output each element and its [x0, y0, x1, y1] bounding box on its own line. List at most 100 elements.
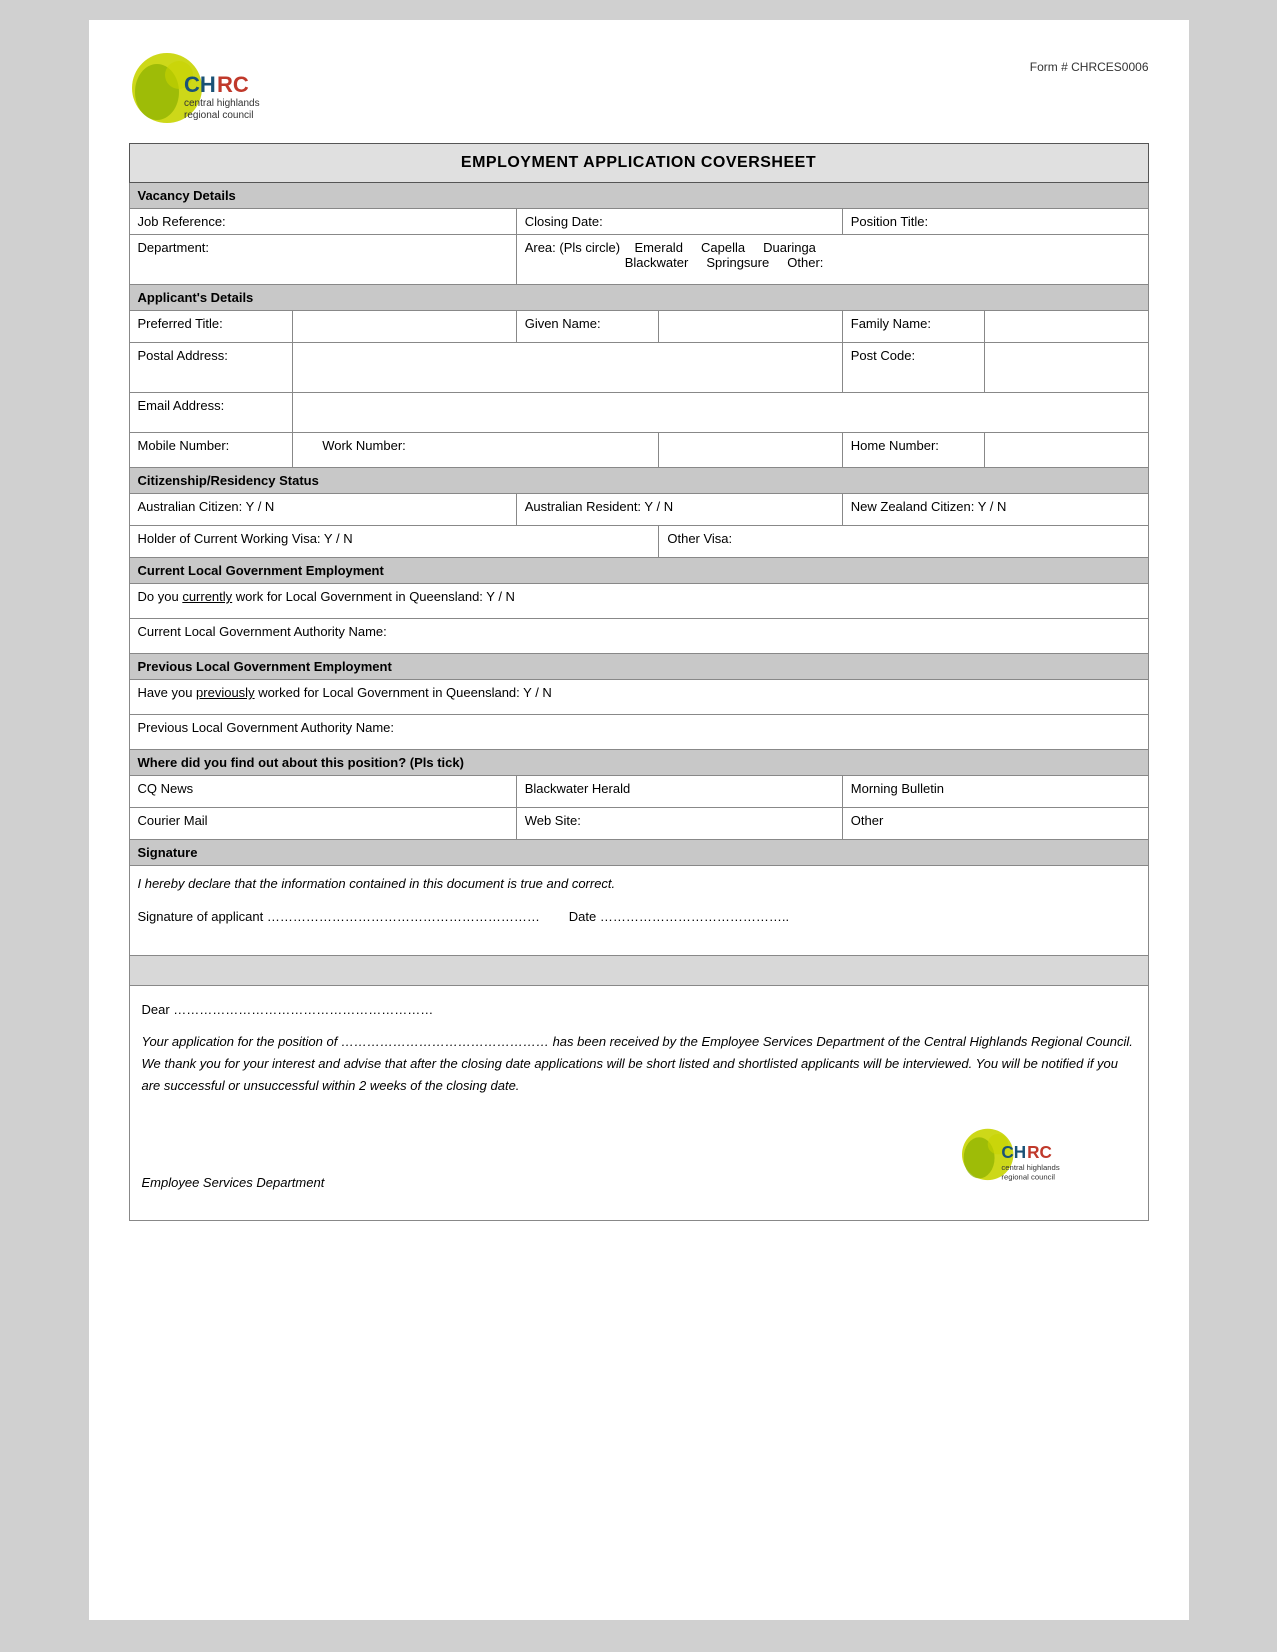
job-reference-row: Job Reference: Closing Date: Position Ti…	[129, 209, 1148, 235]
svg-text:RC: RC	[217, 72, 249, 97]
currently-work-rest: work for Local Government in Queensland:…	[232, 589, 515, 604]
currently-work-row: Do you currently work for Local Governme…	[129, 584, 1148, 619]
form-title-row: EMPLOYMENT APPLICATION COVERSHEET	[129, 144, 1148, 183]
letter-dear: Dear ……………………………………………………	[142, 1002, 1136, 1017]
postal-address-label: Postal Address:	[129, 343, 292, 393]
svg-text:regional council: regional council	[1001, 1173, 1055, 1182]
postal-row: Postal Address: Post Code:	[129, 343, 1148, 393]
chrc-logo: CH RC central highlands regional council	[129, 50, 329, 125]
date-label: Date ……………………………………..	[569, 909, 789, 924]
department-label: Department:	[129, 235, 516, 285]
position-title-label: Position Title:	[842, 209, 1148, 235]
post-code-label: Post Code:	[842, 343, 985, 393]
logo-area: CH RC central highlands regional council	[129, 50, 329, 125]
previously-work-row: Have you previously worked for Local Gov…	[129, 680, 1148, 715]
letter-footer: Employee Services Department CH RC centr…	[142, 1127, 1136, 1190]
header: CH RC central highlands regional council…	[129, 50, 1149, 125]
currently-work-text: Do you	[138, 589, 183, 604]
svg-text:central highlands: central highlands	[184, 98, 260, 109]
work-value	[659, 433, 842, 468]
email-row: Email Address:	[129, 393, 1148, 433]
letter-row: Dear …………………………………………………… Your applicati…	[129, 986, 1148, 1221]
preferred-title-value	[292, 311, 516, 343]
work-number-label: Work Number:	[322, 438, 406, 453]
name-row: Preferred Title: Given Name: Family Name…	[129, 311, 1148, 343]
previously-work-cell: Have you previously worked for Local Gov…	[129, 680, 1148, 715]
previously-work-rest: worked for Local Government in Queenslan…	[255, 685, 552, 700]
home-value	[985, 433, 1148, 468]
email-value	[292, 393, 1148, 433]
svg-text:CH: CH	[1001, 1142, 1026, 1162]
previously-underline: previously	[196, 685, 255, 700]
visa-row: Holder of Current Working Visa: Y / N Ot…	[129, 526, 1148, 558]
department-row: Department: Area: (Pls circle) Emerald C…	[129, 235, 1148, 285]
main-form-table: EMPLOYMENT APPLICATION COVERSHEET Vacanc…	[129, 143, 1149, 1221]
closing-date-label: Closing Date:	[516, 209, 842, 235]
citizenship-header-row: Citizenship/Residency Status	[129, 468, 1148, 494]
find-out-section-title: Where did you find out about this positi…	[129, 750, 1148, 776]
area-capella: Capella	[701, 240, 745, 255]
job-reference-label: Job Reference:	[129, 209, 516, 235]
svg-text:RC: RC	[1027, 1142, 1052, 1162]
find-out-header-row: Where did you find out about this positi…	[129, 750, 1148, 776]
area-cell: Area: (Pls circle) Emerald Capella Duari…	[516, 235, 1148, 285]
applicant-section-title: Applicant's Details	[129, 285, 1148, 311]
signature-header-row: Signature	[129, 840, 1148, 866]
vacancy-section-title: Vacancy Details	[129, 183, 1148, 209]
current-emp-header-row: Current Local Government Employment	[129, 558, 1148, 584]
declaration-text: I hereby declare that the information co…	[138, 876, 1140, 891]
letter-body: Your application for the position of …………	[142, 1031, 1136, 1097]
empty-grey-cell	[129, 956, 1148, 986]
signature-section-title: Signature	[129, 840, 1148, 866]
area-emerald: Emerald	[635, 240, 683, 255]
citizenship-section-title: Citizenship/Residency Status	[129, 468, 1148, 494]
home-number-label: Home Number:	[842, 433, 985, 468]
nz-citizen-label: New Zealand Citizen: Y / N	[842, 494, 1148, 526]
mobile-label: Mobile Number:	[129, 433, 292, 468]
page: CH RC central highlands regional council…	[89, 20, 1189, 1620]
find-out-row1: CQ News Blackwater Herald Morning Bullet…	[129, 776, 1148, 808]
currently-work-cell: Do you currently work for Local Governme…	[129, 584, 1148, 619]
prev-authority-label: Previous Local Government Authority Name…	[129, 715, 1148, 750]
family-name-label: Family Name:	[842, 311, 985, 343]
sig-line-area: Signature of applicant ………………………………………………	[138, 909, 1140, 924]
svg-text:regional council: regional council	[184, 110, 254, 121]
postal-address-value	[292, 343, 842, 393]
signature-cell: I hereby declare that the information co…	[129, 866, 1148, 956]
signature-content-row: I hereby declare that the information co…	[129, 866, 1148, 956]
empty-grey-row	[129, 956, 1148, 986]
signature-of-applicant-label: Signature of applicant ………………………………………………	[138, 909, 540, 924]
citizen-row: Australian Citizen: Y / N Australian Res…	[129, 494, 1148, 526]
given-name-label: Given Name:	[516, 311, 659, 343]
svg-text:central highlands: central highlands	[1001, 1163, 1059, 1172]
current-authority-row: Current Local Government Authority Name:	[129, 619, 1148, 654]
letter-cell: Dear …………………………………………………… Your applicati…	[129, 986, 1148, 1221]
svg-text:CH: CH	[184, 72, 216, 97]
family-name-value	[985, 311, 1148, 343]
find-cq-news: CQ News	[129, 776, 516, 808]
find-web-site: Web Site:	[516, 808, 842, 840]
vacancy-header-row: Vacancy Details	[129, 183, 1148, 209]
aus-resident-label: Australian Resident: Y / N	[516, 494, 842, 526]
prev-authority-row: Previous Local Government Authority Name…	[129, 715, 1148, 750]
current-emp-section-title: Current Local Government Employment	[129, 558, 1148, 584]
find-morning-bulletin: Morning Bulletin	[842, 776, 1148, 808]
form-title: EMPLOYMENT APPLICATION COVERSHEET	[129, 144, 1148, 183]
other-visa-label: Other Visa:	[659, 526, 1148, 558]
find-out-row2: Courier Mail Web Site: Other	[129, 808, 1148, 840]
given-name-value	[659, 311, 842, 343]
previously-work-text: Have you	[138, 685, 197, 700]
mobile-value: Work Number:	[292, 433, 659, 468]
area-duaringa: Duaringa	[763, 240, 816, 255]
phone-row: Mobile Number: Work Number: Home Number:	[129, 433, 1148, 468]
prev-emp-header-row: Previous Local Government Employment	[129, 654, 1148, 680]
form-number: Form # CHRCES0006	[1030, 50, 1149, 74]
current-authority-label: Current Local Government Authority Name:	[129, 619, 1148, 654]
find-courier-mail: Courier Mail	[129, 808, 516, 840]
prev-emp-section-title: Previous Local Government Employment	[129, 654, 1148, 680]
area-label: Area: (Pls circle)	[525, 240, 620, 255]
working-visa-label: Holder of Current Working Visa: Y / N	[129, 526, 659, 558]
area-springsure: Springsure	[706, 255, 769, 270]
applicant-header-row: Applicant's Details	[129, 285, 1148, 311]
post-code-value	[985, 343, 1148, 393]
